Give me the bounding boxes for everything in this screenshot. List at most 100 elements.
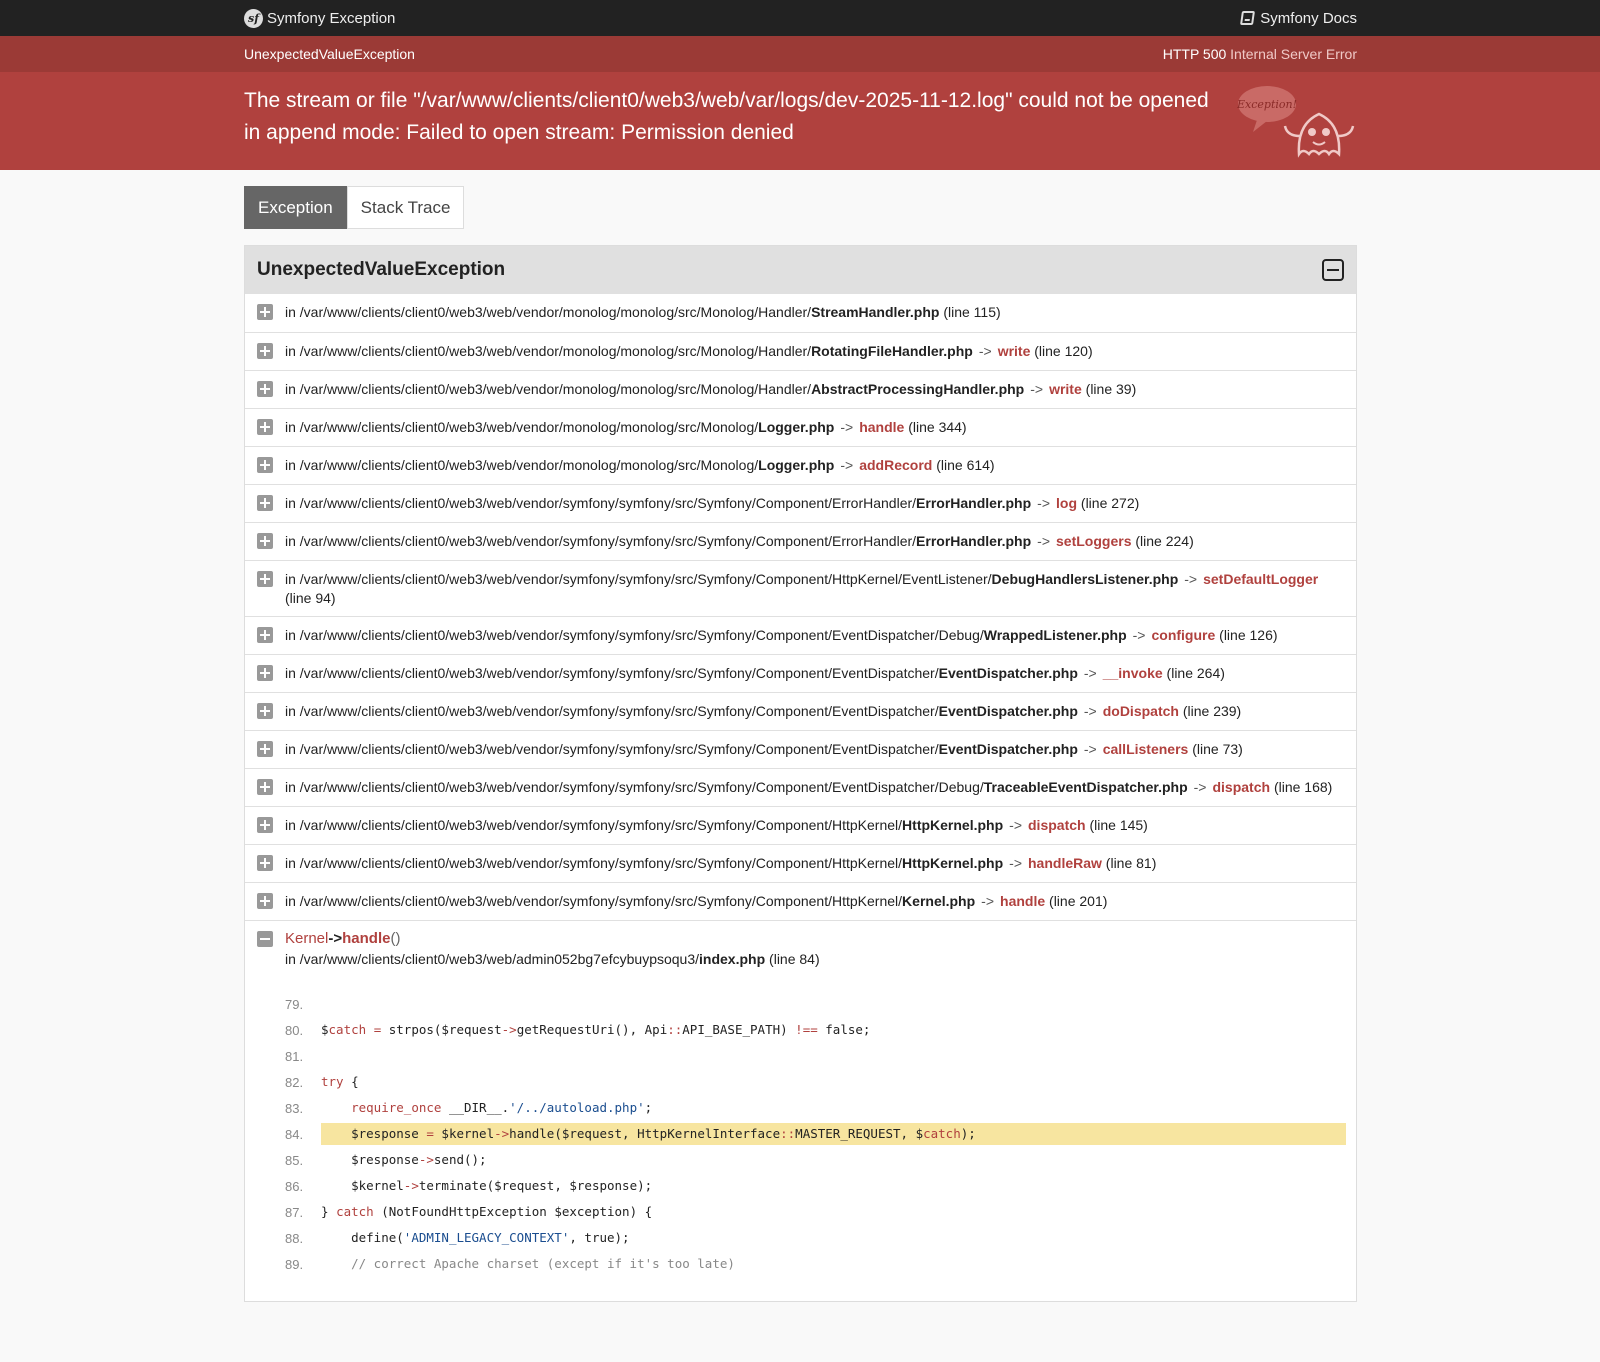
code-source: try { bbox=[321, 1074, 359, 1089]
expand-toggle-icon[interactable] bbox=[257, 457, 273, 473]
docs-link[interactable]: Symfony Docs bbox=[1240, 10, 1357, 27]
trace-line: in /var/www/clients/client0/web3/web/ven… bbox=[245, 844, 1356, 882]
brand[interactable]: sf Symfony Exception bbox=[244, 8, 396, 28]
trace-title: UnexpectedValueException bbox=[257, 259, 506, 280]
trace-lineinfo: (line 120) bbox=[1034, 343, 1093, 359]
trace-function: handle bbox=[1000, 893, 1046, 909]
code-source: $response = $kernel->handle($request, Ht… bbox=[321, 1123, 1346, 1145]
trace-line: in /var/www/clients/client0/web3/web/ven… bbox=[245, 616, 1356, 654]
trace-function: handle bbox=[859, 419, 905, 435]
trace-line-text: in /var/www/clients/client0/web3/web/ven… bbox=[285, 892, 1346, 911]
trace-file: ErrorHandler.php bbox=[916, 533, 1032, 549]
line-number: 80. bbox=[285, 1022, 304, 1038]
code-line: 81. bbox=[285, 1043, 1346, 1069]
expand-toggle-icon[interactable] bbox=[257, 419, 273, 435]
trace-path: /var/www/clients/client0/web3/web/vendor… bbox=[299, 665, 939, 681]
line-number: 82. bbox=[285, 1074, 304, 1090]
expand-toggle-icon[interactable] bbox=[257, 495, 273, 511]
trace-arrow: -> bbox=[1184, 571, 1198, 587]
trace-line: in /var/www/clients/client0/web3/web/ven… bbox=[245, 522, 1356, 560]
expand-toggle-icon[interactable] bbox=[257, 665, 273, 681]
trace-arrow: -> bbox=[840, 457, 854, 473]
expand-toggle-icon[interactable] bbox=[257, 304, 273, 320]
expand-toggle-icon[interactable] bbox=[257, 817, 273, 833]
trace-line: in /var/www/clients/client0/web3/web/ven… bbox=[245, 332, 1356, 370]
trace-lineinfo: (line 239) bbox=[1182, 703, 1242, 719]
trace-line-text: in /var/www/clients/client0/web3/web/ven… bbox=[285, 626, 1346, 645]
expand-toggle-icon[interactable] bbox=[257, 855, 273, 871]
line-number: 87. bbox=[285, 1204, 304, 1220]
expanded-class: Kernel bbox=[285, 930, 329, 947]
tab-stack-trace[interactable]: Stack Trace bbox=[346, 186, 465, 229]
expand-toggle-icon[interactable] bbox=[257, 381, 273, 397]
trace-line-text: in /var/www/clients/client0/web3/web/ven… bbox=[285, 342, 1346, 361]
trace-lineinfo: (line 168) bbox=[1273, 779, 1333, 795]
code-source: define('ADMIN_LEGACY_CONTEXT', true); bbox=[321, 1230, 630, 1245]
code-source: // correct Apache charset (except if it'… bbox=[321, 1256, 735, 1271]
trace-line: in /var/www/clients/client0/web3/web/ven… bbox=[245, 882, 1356, 920]
expand-toggle-icon[interactable] bbox=[257, 627, 273, 643]
expand-toggle-icon[interactable] bbox=[257, 779, 273, 795]
collapse-toggle-icon[interactable] bbox=[257, 931, 273, 947]
line-number: 88. bbox=[285, 1230, 304, 1246]
trace-prefix: in bbox=[285, 703, 300, 719]
trace-arrow: -> bbox=[1083, 665, 1097, 681]
collapse-icon[interactable] bbox=[1322, 259, 1344, 281]
trace-lineinfo: (line 344) bbox=[908, 419, 967, 435]
trace-prefix: in bbox=[285, 381, 300, 397]
expand-toggle-icon[interactable] bbox=[257, 533, 273, 549]
expand-toggle-icon[interactable] bbox=[257, 343, 273, 359]
code-line: 89. // correct Apache charset (except if… bbox=[285, 1251, 1346, 1277]
trace-prefix: in bbox=[285, 457, 300, 473]
line-number: 84. bbox=[285, 1126, 304, 1142]
expand-toggle-icon[interactable] bbox=[257, 571, 273, 587]
trace-arrow: -> bbox=[1009, 855, 1022, 871]
trace-arrow: -> bbox=[1030, 381, 1044, 397]
brand-label: Symfony Exception bbox=[267, 9, 396, 27]
expanded-arrow: -> bbox=[328, 930, 343, 947]
code-source: $kernel->terminate($request, $response); bbox=[321, 1178, 653, 1193]
trace-lineinfo: (line 73) bbox=[1192, 741, 1243, 757]
trace-path: /var/www/clients/client0/web3/web/vendor… bbox=[299, 419, 759, 435]
code-line: 80. $catch = strpos($request->getRequestU… bbox=[285, 1017, 1346, 1043]
trace-line-text: in /var/www/clients/client0/web3/web/ven… bbox=[285, 303, 1346, 322]
trace-path: /var/www/clients/client0/web3/web/vendor… bbox=[299, 855, 903, 871]
trace-file: EventDispatcher.php bbox=[938, 741, 1078, 757]
trace-function: write bbox=[1049, 381, 1082, 397]
expanded-file: index.php bbox=[699, 951, 766, 967]
trace-function: setDefaultLogger bbox=[1203, 571, 1319, 587]
trace-line-text: in /var/www/clients/client0/web3/web/ven… bbox=[285, 702, 1346, 721]
trace-arrow: -> bbox=[1132, 627, 1146, 643]
trace-line-text: in /var/www/clients/client0/web3/web/ven… bbox=[285, 380, 1346, 399]
expand-toggle-icon[interactable] bbox=[257, 893, 273, 909]
expanded-call: Kernel->handle() bbox=[285, 930, 400, 947]
tab-exception[interactable]: Exception bbox=[244, 186, 347, 229]
trace-arrow: -> bbox=[978, 343, 992, 359]
trace-prefix: in bbox=[285, 741, 300, 757]
trace-lineinfo: (line 145) bbox=[1089, 817, 1148, 833]
line-number: 79. bbox=[285, 996, 304, 1012]
code-excerpt: 79. 80. $catch = strpos($request->getReque… bbox=[285, 991, 1346, 1277]
trace-file: WrappedListener.php bbox=[983, 627, 1127, 643]
expanded-path: /var/www/clients/client0/web3/web/admin0… bbox=[299, 951, 700, 967]
expanded-lineinfo: (line 84) bbox=[769, 951, 820, 967]
trace-function: setLoggers bbox=[1056, 533, 1132, 549]
trace-file: AbstractProcessingHandler.php bbox=[811, 381, 1025, 397]
line-number: 85. bbox=[285, 1152, 304, 1168]
trace-arrow: -> bbox=[1083, 703, 1097, 719]
trace-arrow: -> bbox=[1037, 495, 1051, 511]
expand-toggle-icon[interactable] bbox=[257, 741, 273, 757]
trace-function: log bbox=[1056, 495, 1078, 511]
trace-line: in /var/www/clients/client0/web3/web/ven… bbox=[245, 446, 1356, 484]
code-source: require_once __DIR__.'/../autoload.php'; bbox=[351, 1100, 653, 1115]
trace-prefix: in bbox=[285, 855, 300, 871]
trace-prefix: in bbox=[285, 571, 300, 587]
trace-line: in /var/www/clients/client0/web3/web/ven… bbox=[245, 654, 1356, 692]
trace-path: /var/www/clients/client0/web3/web/vendor… bbox=[299, 893, 903, 909]
trace-path: /var/www/clients/client0/web3/web/vendor… bbox=[299, 495, 917, 511]
code-source: $response->send(); bbox=[321, 1152, 487, 1167]
exception-message: The stream or file "/var/www/clients/cli… bbox=[244, 89, 1209, 144]
trace-file: Logger.php bbox=[758, 419, 835, 435]
expand-toggle-icon[interactable] bbox=[257, 703, 273, 719]
trace-lineinfo: (line 224) bbox=[1135, 533, 1194, 549]
